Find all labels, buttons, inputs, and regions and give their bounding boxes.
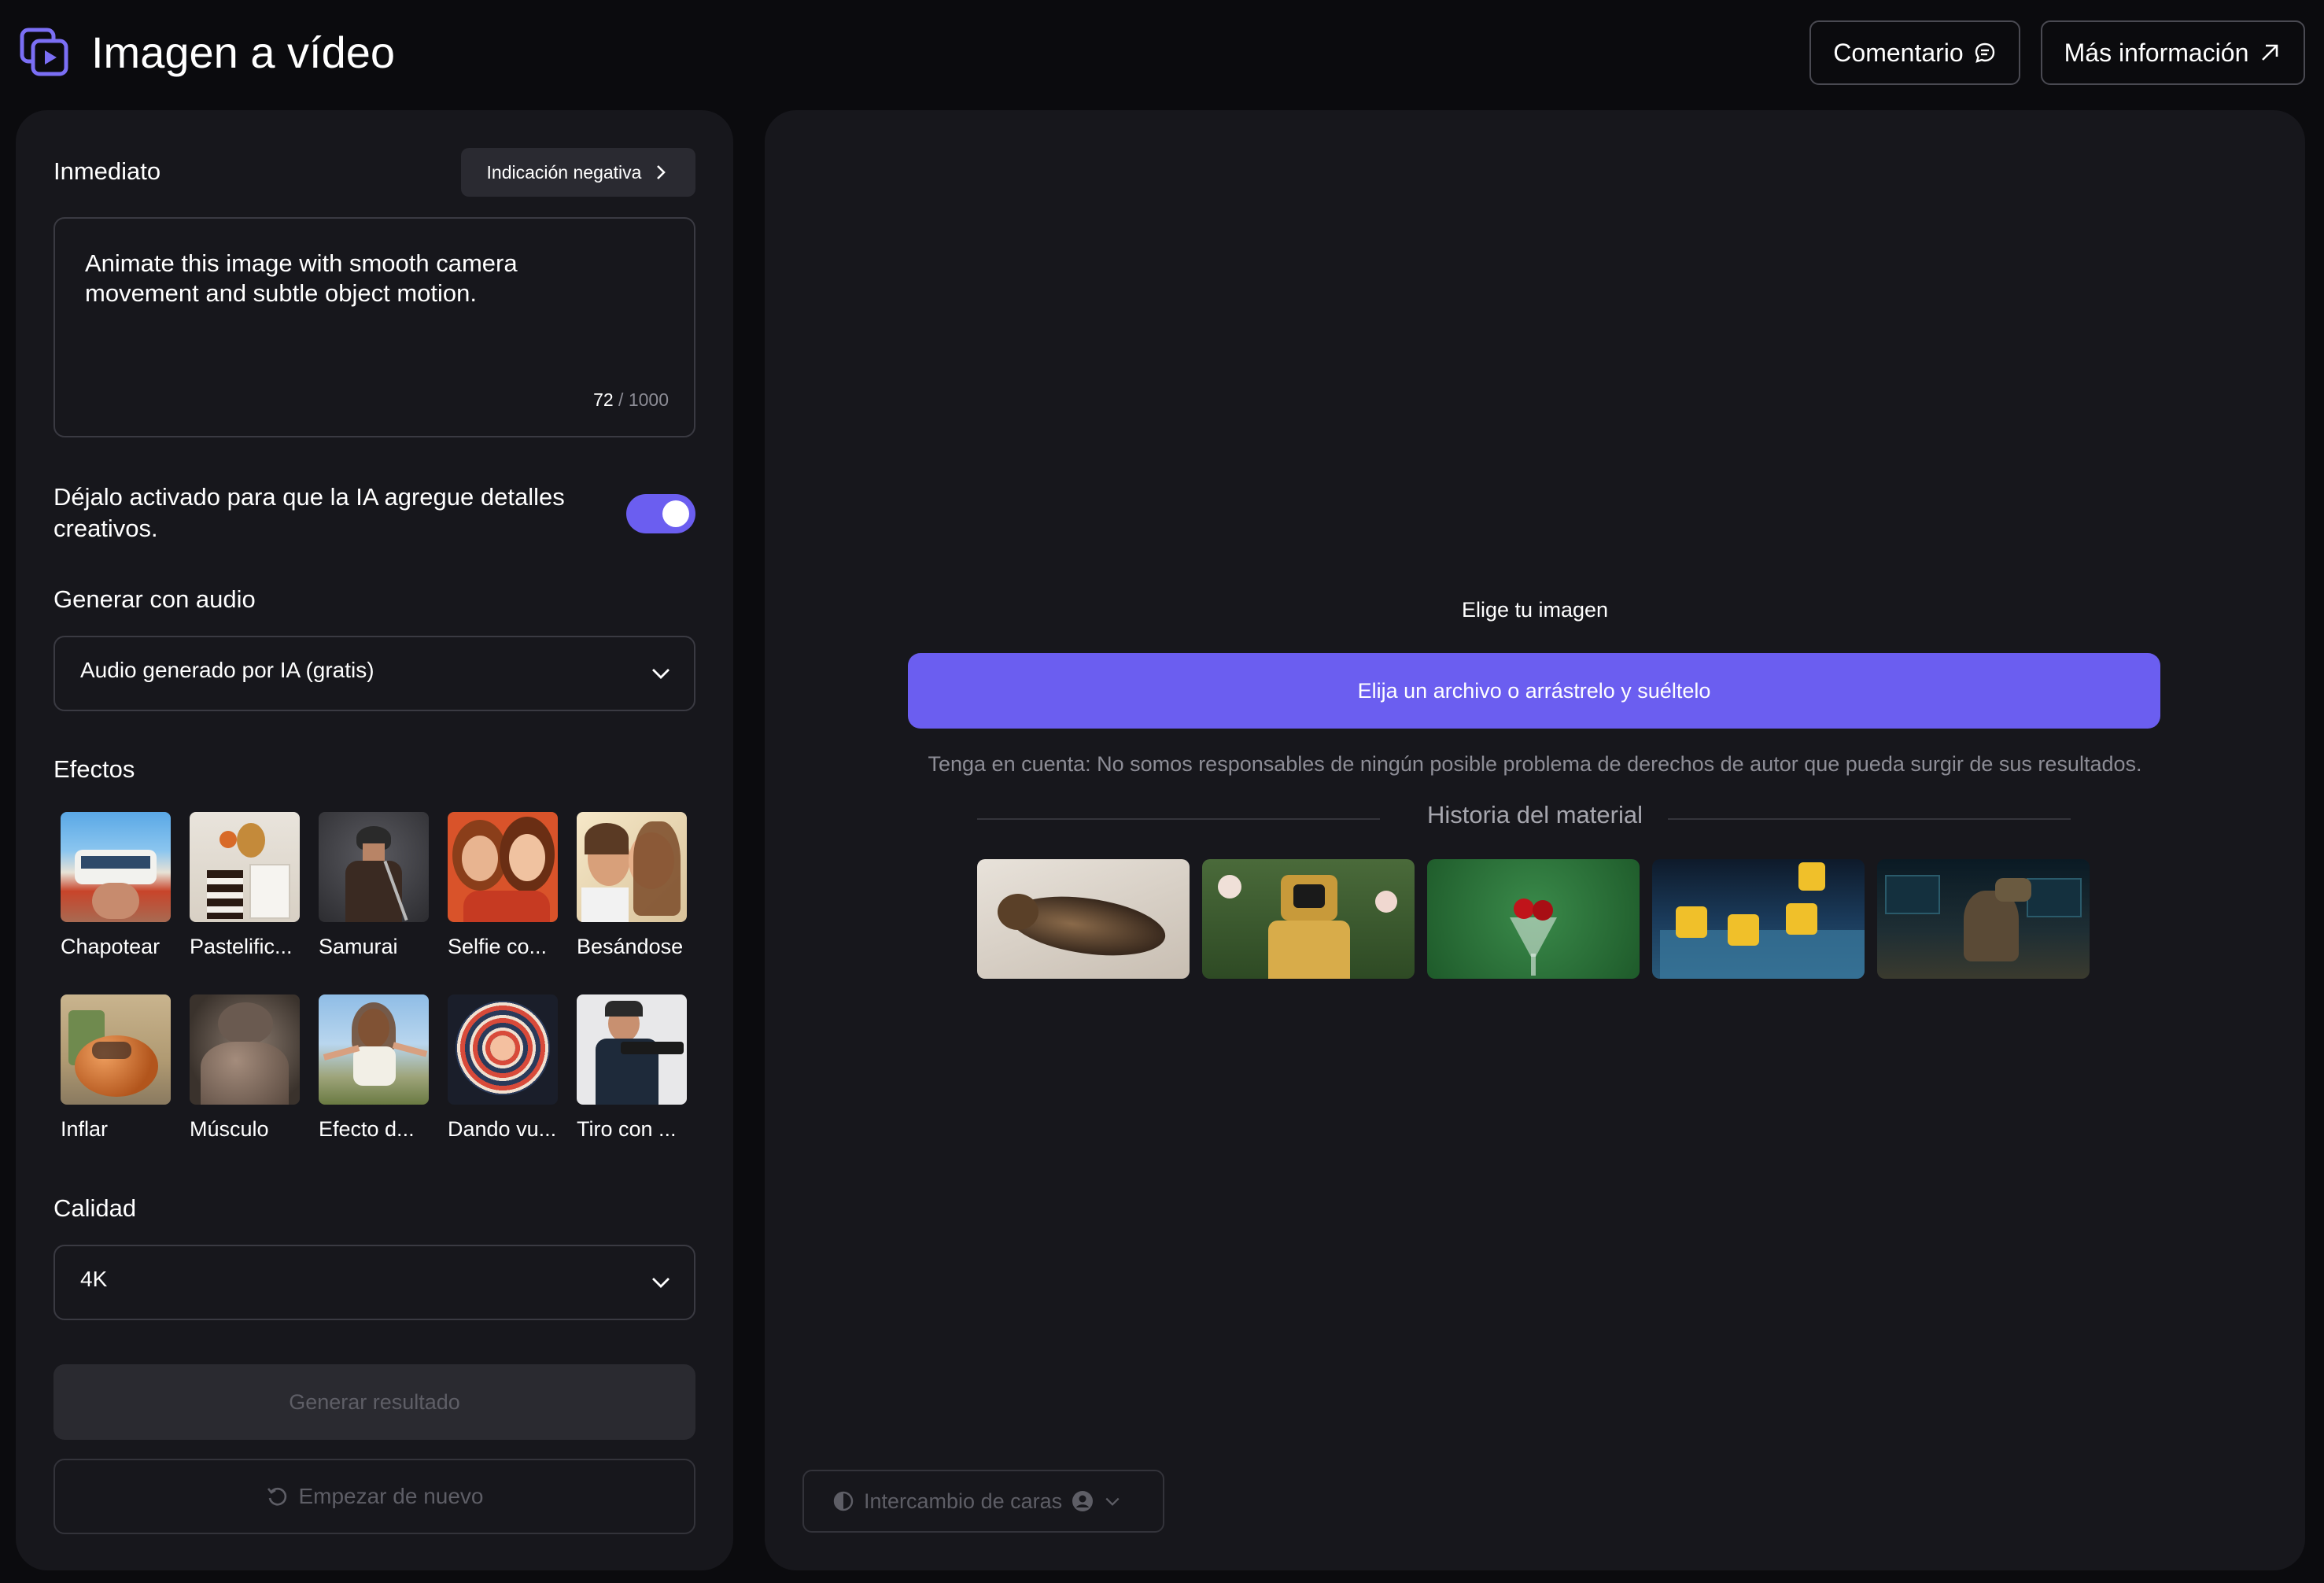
- lego-pool-thumb[interactable]: [1652, 859, 1865, 979]
- chevron-down-icon: [652, 1278, 670, 1288]
- shooting-thumb: [577, 994, 687, 1105]
- effect-item[interactable]: Músculo: [190, 994, 300, 1142]
- copyright-notice: Tenga en cuenta: No somos responsables d…: [928, 752, 2142, 776]
- chat-bubble-icon: [1975, 42, 1994, 63]
- comment-label: Comentario: [1833, 38, 1964, 67]
- page-title: Imagen a vídeo: [91, 28, 396, 77]
- char-counter: 72 / 1000: [593, 389, 669, 411]
- external-arrow-icon: [2262, 44, 2278, 61]
- effect-label: Dando vu...: [448, 1117, 557, 1141]
- char-count-max: / 1000: [618, 389, 669, 410]
- face-swap-button[interactable]: Intercambio de caras: [802, 1470, 1164, 1533]
- user-avatar-icon: [1072, 1491, 1094, 1511]
- audio-label: Generar con audio: [53, 585, 256, 613]
- effect-label: Samurai: [319, 935, 398, 958]
- more-info-button[interactable]: Más información: [2041, 20, 2305, 85]
- more-info-label: Más información: [2064, 38, 2249, 67]
- restart-label: Empezar de nuevo: [298, 1484, 484, 1508]
- negative-prompt-label: Indicación negativa: [486, 161, 642, 183]
- quality-label: Calidad: [53, 1194, 137, 1222]
- effect-item[interactable]: Chapotear: [61, 812, 171, 959]
- image-to-video-icon: [20, 28, 68, 76]
- effect-item[interactable]: Inflar: [61, 994, 171, 1142]
- cherry-thumb[interactable]: [1427, 859, 1640, 979]
- face-swap-icon: [833, 1491, 854, 1511]
- audio-select-value: Audio generado por IA (gratis): [80, 658, 374, 682]
- cake-thumb: [190, 812, 300, 922]
- effect-label: Besándose: [577, 935, 684, 958]
- effect-label: Chapotear: [61, 935, 160, 958]
- face-swap-label: Intercambio de caras: [864, 1489, 1063, 1513]
- effect-label: Músculo: [190, 1117, 269, 1141]
- effect-item[interactable]: Pastelific...: [190, 812, 300, 959]
- dinosaur-thumb[interactable]: [1877, 859, 2090, 979]
- creative-details-toggle[interactable]: [626, 494, 695, 533]
- muscle-thumb: [190, 994, 300, 1105]
- settings-panel: Inmediato Indicación negativa Animate th…: [16, 110, 733, 1570]
- effect-item[interactable]: Samurai: [319, 812, 429, 959]
- negative-prompt-button[interactable]: Indicación negativa: [461, 148, 695, 197]
- audio-select[interactable]: Audio generado por IA (gratis): [53, 636, 695, 711]
- effect-item[interactable]: Efecto d...: [319, 994, 429, 1142]
- selfie-thumb: [448, 812, 558, 922]
- effect-label: Tiro con ...: [577, 1117, 677, 1141]
- undo-icon: [267, 1487, 287, 1506]
- quality-select-value: 4K: [80, 1267, 108, 1291]
- kiss-thumb: [577, 812, 687, 922]
- spin-thumb: [448, 994, 558, 1105]
- effect-label: Inflar: [61, 1117, 109, 1141]
- cat-thumb[interactable]: [977, 859, 1190, 979]
- quality-select[interactable]: 4K: [53, 1245, 695, 1320]
- prompt-label: Inmediato: [53, 157, 161, 185]
- effects-label: Efectos: [53, 755, 135, 783]
- chevron-down-icon: [1105, 1497, 1120, 1506]
- effect-item[interactable]: Selfie co...: [448, 812, 558, 959]
- woman-effect-thumb: [319, 994, 429, 1105]
- chevron-right-icon: [657, 165, 666, 179]
- generate-button[interactable]: Generar resultado: [53, 1364, 695, 1440]
- preview-panel: Elige tu imagen Elija un archivo o arrás…: [765, 110, 2305, 1570]
- inflate-car-thumb: [61, 994, 171, 1105]
- upload-button[interactable]: Elija un archivo o arrástrelo y suéltelo: [908, 653, 2160, 729]
- restart-button[interactable]: Empezar de nuevo: [53, 1459, 695, 1534]
- prompt-text: Animate this image with smooth camera mo…: [85, 249, 518, 307]
- generate-label: Generar resultado: [289, 1389, 460, 1414]
- upload-label: Elija un archivo o arrástrelo y suéltelo: [1357, 678, 1711, 703]
- chevron-down-icon: [652, 669, 670, 679]
- comment-button[interactable]: Comentario: [1809, 20, 2020, 85]
- effect-label: Efecto d...: [319, 1117, 415, 1141]
- prompt-textarea[interactable]: Animate this image with smooth camera mo…: [53, 217, 695, 437]
- effect-item[interactable]: Dando vu...: [448, 994, 558, 1142]
- char-count-value: 72: [593, 389, 614, 410]
- history-title: Historia del material: [1427, 801, 1643, 828]
- toggle-knob: [662, 500, 689, 527]
- effect-label: Pastelific...: [190, 935, 293, 958]
- header: Imagen a vídeo Comentario Más informació…: [0, 0, 2324, 105]
- effect-item[interactable]: Besándose: [577, 812, 687, 959]
- samurai-thumb: [319, 812, 429, 922]
- effect-item[interactable]: Tiro con ...: [577, 994, 687, 1142]
- robot-thumb[interactable]: [1202, 859, 1415, 979]
- van-splash-thumb: [61, 812, 171, 922]
- effect-label: Selfie co...: [448, 935, 548, 958]
- creative-details-label: Déjalo activado para que la IA agregue d…: [53, 483, 565, 542]
- choose-image-label: Elige tu imagen: [1461, 598, 1609, 622]
